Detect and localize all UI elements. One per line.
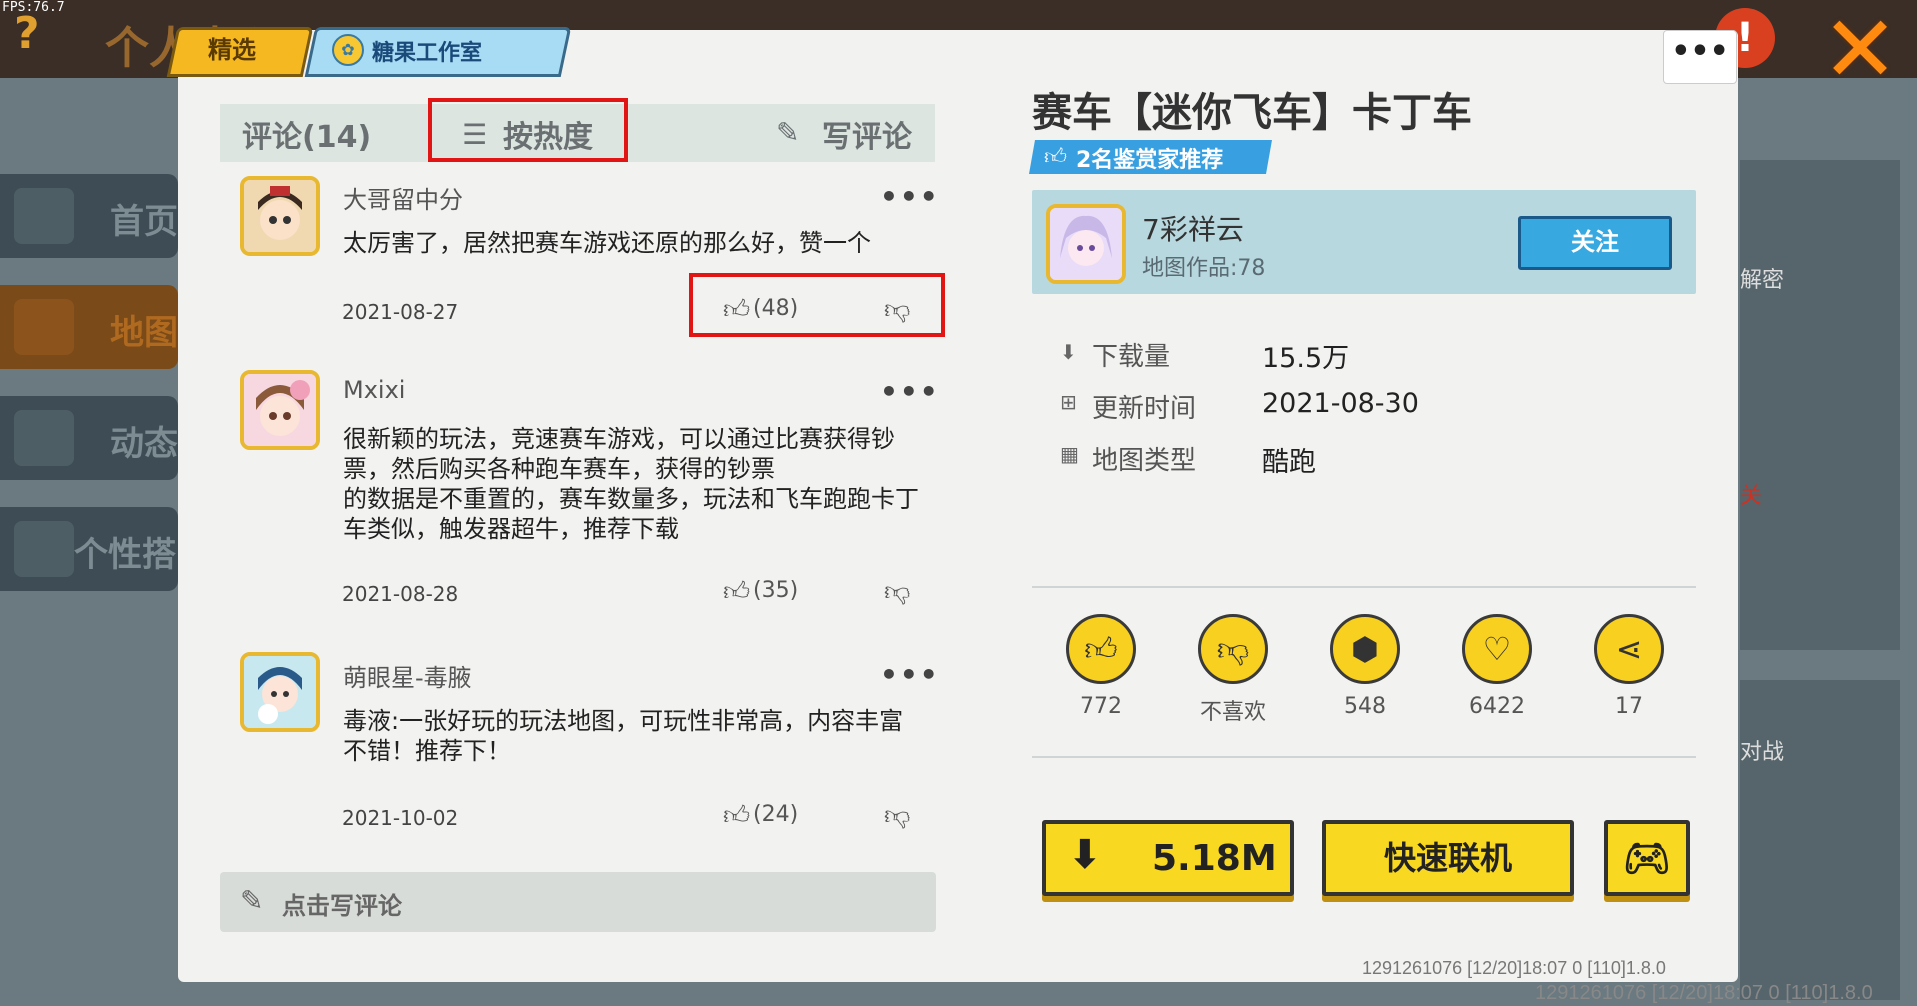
background-right-panel [1740,160,1900,650]
download-button[interactable]: ⬇ 5.18M [1042,820,1294,896]
share-icon[interactable]: ⋖ [1594,614,1664,684]
dislike-label: 不喜欢 [1199,700,1266,725]
stat-value-updated: 2021-08-30 [1262,388,1419,419]
comment-like-count: (35) [753,578,799,603]
thumbs-up-icon[interactable]: 👍︎ [723,800,750,831]
favorite-count: 6422 [1469,694,1525,719]
avatar[interactable] [240,370,320,450]
sidebar-item-style[interactable]: 个性搭 [0,507,178,591]
stat-label-downloads: 下载量 [1092,342,1171,372]
plus-box-icon: ⊞ [1060,390,1077,414]
share-count: 17 [1615,694,1643,719]
edit-icon: ✎ [240,884,264,917]
comments-count: 评论(14) [242,120,372,155]
thumbs-up-icon[interactable]: 👍︎ [1066,614,1136,684]
avatar[interactable] [240,176,320,256]
download-icon: ⬇ [1068,832,1102,878]
outfit-icon [14,521,74,577]
stat-value-downloads: 15.5万 [1262,343,1350,374]
map-icon [14,299,74,355]
comment-date: 2021-10-02 [342,806,459,830]
candy-icon: ✿ [332,34,364,66]
highlight-box-sort [428,98,628,162]
thumbs-down-icon[interactable]: 👎︎ [884,800,910,831]
comment-username[interactable]: 萌眼星-毒腋 [343,658,472,693]
download-size: 5.18M [1152,838,1277,879]
comment-username[interactable]: Mxixi [343,376,405,404]
comment-date: 2021-08-27 [342,300,459,324]
thumbs-up-icon: 👍︎ [1044,145,1067,170]
close-icon[interactable]: ✕ [1820,4,1900,96]
avatar[interactable] [240,652,320,732]
more-options-button[interactable]: ••• [1663,30,1737,84]
sidebar-item-map[interactable]: 地图 [0,285,178,369]
tab-studio-label: 糖果工作室 [372,41,483,66]
heart-icon[interactable]: ♡ [1462,614,1532,684]
background-label-battle: 对战 [1740,740,1785,765]
background-label-level: 关 [1740,484,1763,509]
comment-more-icon[interactable]: ••• [880,658,940,691]
divider [1032,756,1696,758]
write-comment-button[interactable]: 写评论 [822,112,912,156]
grid-icon: ▦ [1060,442,1079,466]
author-name[interactable]: 7彩祥云 [1142,208,1244,248]
background-footer-id: 1291261076 [12/20]18:07 0 [110]1.8.0 [1535,982,1873,1004]
map-title: 赛车【迷你飞车】卡丁车 [1032,90,1472,136]
write-comment-bar-label: 点击写评论 [282,892,402,920]
recommend-label: 2名鉴赏家推荐 [1076,148,1224,173]
tab-featured-label: 精选 [208,36,256,64]
help-icon[interactable]: ? [14,8,66,60]
sidebar-item-feed[interactable]: 动态 [0,396,178,480]
comment-username[interactable]: 大哥留中分 [343,180,463,215]
background-right-panel-2 [1740,680,1900,1000]
stat-label-updated: 更新时间 [1092,394,1197,424]
box-icon[interactable]: ⬢ [1330,614,1400,684]
home-icon [14,188,74,244]
comment-like-count: (24) [753,802,799,827]
thumbs-up-icon[interactable]: 👍︎ [723,576,750,607]
background-label-puzzle: 解密 [1740,268,1785,293]
comment-text: 太厉害了，居然把赛车游戏还原的那么好，赞一个 [343,229,871,257]
comment-more-icon[interactable]: ••• [880,180,940,213]
comment-date: 2021-08-28 [342,582,459,606]
author-avatar[interactable] [1046,204,1126,284]
like-count: 772 [1080,694,1122,719]
highlight-box-likes [689,273,945,337]
comment-text: 毒液:一张好玩的玩法地图，可玩性非常高，内容丰富不错！推荐下！ [343,707,904,765]
stat-value-type: 酷跑 [1262,447,1316,478]
stat-label-type: 地图类型 [1092,446,1197,476]
edit-icon: ✎ [776,116,800,149]
divider [1032,586,1696,588]
comment-more-icon[interactable]: ••• [880,375,940,408]
download-icon: ⬇ [1060,340,1077,364]
quick-online-button[interactable]: 快速联机 [1322,820,1574,896]
thumbs-down-icon[interactable]: 👎︎ [884,576,910,607]
gamepad-icon[interactable]: 🎮︎ [1604,820,1690,896]
version-info: 1291261076 [12/20]18:07 0 [110]1.8.0 [1362,958,1666,978]
author-works: 地图作品:78 [1142,256,1266,281]
comment-text: 很新颖的玩法，竞速赛车游戏，可以通过比赛获得钞票，然后购买各种跑车赛车，获得的钞… [343,425,919,543]
follow-button[interactable]: 关注 [1518,216,1672,270]
collect-count: 548 [1344,694,1386,719]
thumbs-down-icon[interactable]: 👎︎ [1198,614,1268,684]
bell-icon [14,410,74,466]
sidebar-item-home[interactable]: 首页 [0,174,178,258]
